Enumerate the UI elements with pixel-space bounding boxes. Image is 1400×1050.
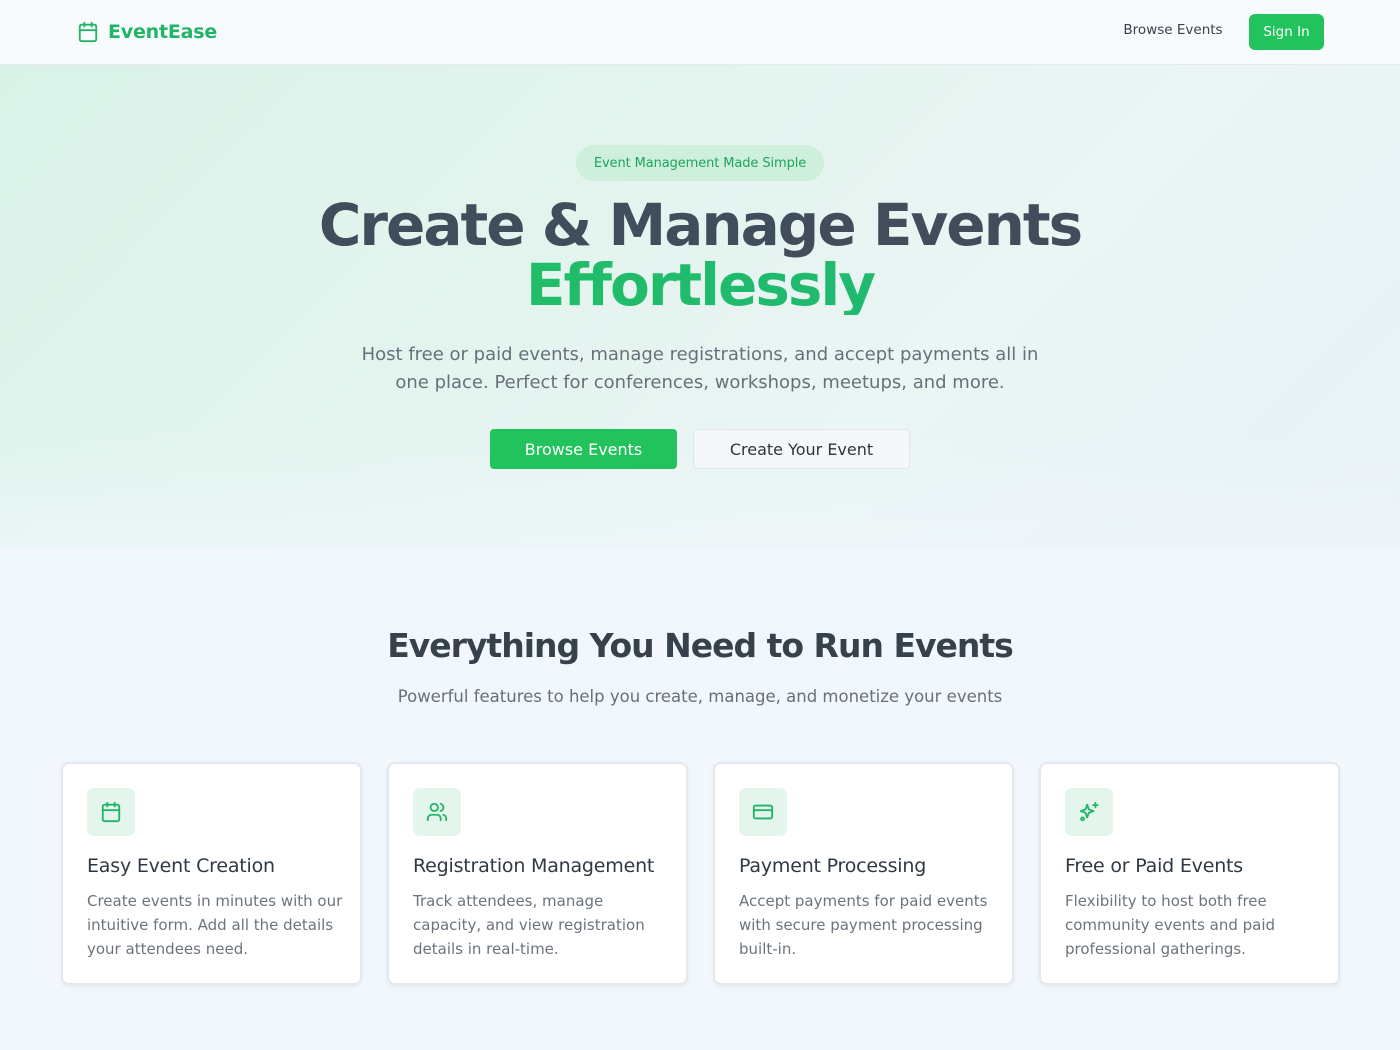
credit-card-icon (752, 804, 774, 820)
create-event-button[interactable]: Create Your Event (693, 429, 910, 469)
hero-subtitle: Host free or paid events, manage registr… (361, 344, 1039, 393)
feature-card-easy-event-creation: Easy Event Creation Create events in min… (61, 762, 362, 985)
sparkles-icon (1079, 801, 1099, 822)
feature-description: Track attendees, manage capacity, and vi… (413, 892, 645, 958)
feature-title: Free or Paid Events (1065, 855, 1243, 877)
feature-card-free-or-paid-events: Free or Paid Events Flexibility to host … (1039, 762, 1340, 985)
hero-badge: Event Management Made Simple (576, 145, 824, 181)
feature-description: Create events in minutes with our intuit… (87, 892, 343, 958)
nav-browse-events-link[interactable]: Browse Events (1108, 22, 1238, 38)
feature-card-payment-processing: Payment Processing Accept payments for p… (713, 762, 1014, 985)
hero-title-line1: Create & Manage Events (318, 191, 1083, 259)
feature-description: Flexibility to host both free community … (1065, 892, 1276, 958)
feature-title: Payment Processing (739, 855, 927, 877)
browse-events-button[interactable]: Browse Events (490, 429, 677, 469)
top-nav: EventEase Browse Events Sign In (0, 0, 1400, 65)
features-subtitle: Powerful features to help you create, ma… (397, 687, 1003, 706)
features-title: Everything You Need to Run Events (387, 626, 1014, 665)
feature-icon-box (739, 788, 787, 836)
brand-name: EventEase (108, 21, 218, 43)
brand-logo[interactable]: EventEase (77, 20, 217, 44)
feature-title: Registration Management (413, 855, 655, 877)
feature-icon-box (413, 788, 461, 836)
feature-card-registration-management: Registration Management Track attendees,… (387, 762, 688, 985)
feature-title: Easy Event Creation (87, 855, 275, 877)
feature-description: Accept payments for paid events with sec… (739, 892, 988, 958)
hero-title: Create & Manage Events Effortlessly (0, 195, 1400, 315)
feature-icon-box (87, 788, 135, 836)
calendar-icon (101, 801, 121, 823)
feature-icon-box (1065, 788, 1113, 836)
hero-title-accent: Effortlessly (0, 255, 1400, 315)
sign-in-button[interactable]: Sign In (1249, 14, 1324, 50)
hero-section: Event Management Made Simple Create & Ma… (0, 65, 1400, 548)
users-icon (426, 802, 448, 822)
calendar-icon (78, 21, 98, 43)
